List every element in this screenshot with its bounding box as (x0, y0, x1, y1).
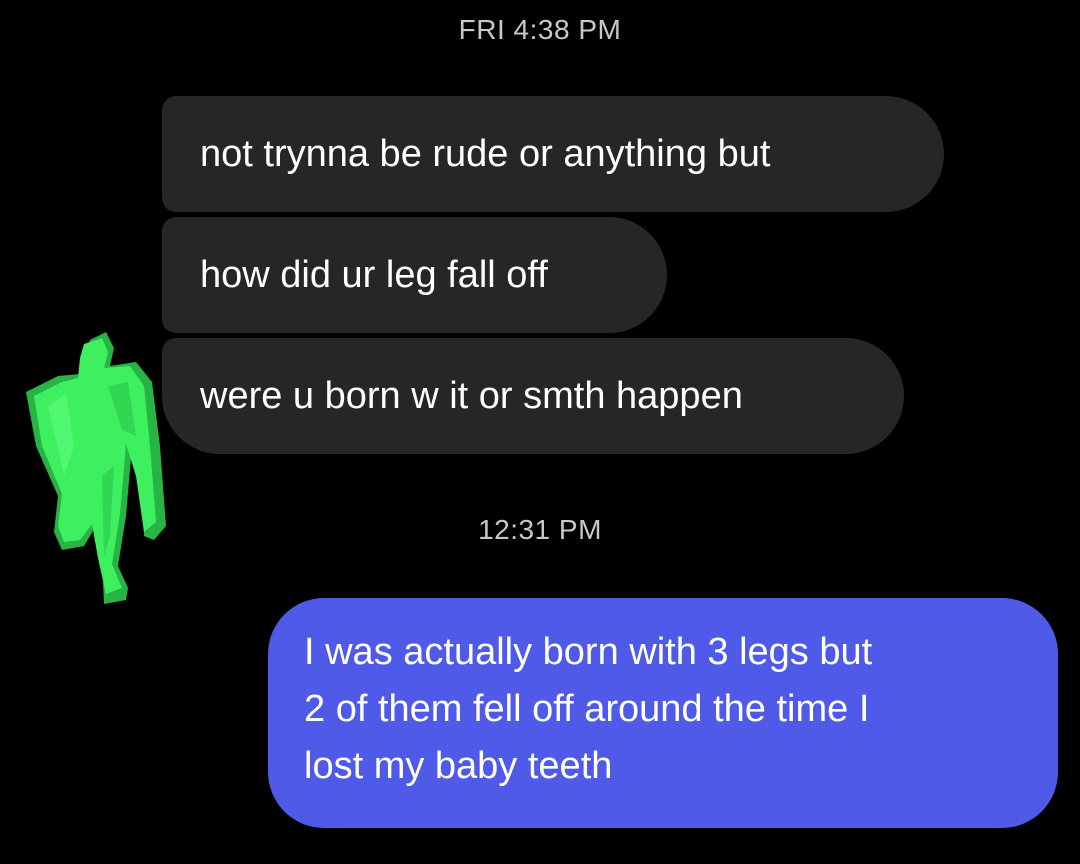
timestamp: FRI 4:38 PM (458, 14, 622, 45)
message-text: were u born w it or smth happen (200, 375, 743, 417)
timestamp: 12:31 PM (478, 514, 602, 545)
message-text: how did ur leg fall off (200, 254, 548, 296)
message-text-line: 2 of them fell off around the time I (304, 688, 870, 730)
incoming-message[interactable]: not trynna be rude or anything but (162, 96, 944, 212)
outgoing-message[interactable]: I was actually born with 3 legs but 2 of… (268, 598, 1058, 828)
message-text: not trynna be rude or anything but (200, 133, 771, 175)
green-figure-icon (26, 332, 166, 604)
sender-avatar[interactable] (18, 326, 178, 616)
message-text-line: lost my baby teeth (304, 745, 613, 787)
chat-thread: FRI 4:38 PM not trynna be rude or anythi… (0, 0, 1080, 864)
incoming-message[interactable]: how did ur leg fall off (162, 217, 667, 333)
incoming-message[interactable]: were u born w it or smth happen (162, 338, 904, 454)
message-text-line: I was actually born with 3 legs but (304, 631, 873, 673)
